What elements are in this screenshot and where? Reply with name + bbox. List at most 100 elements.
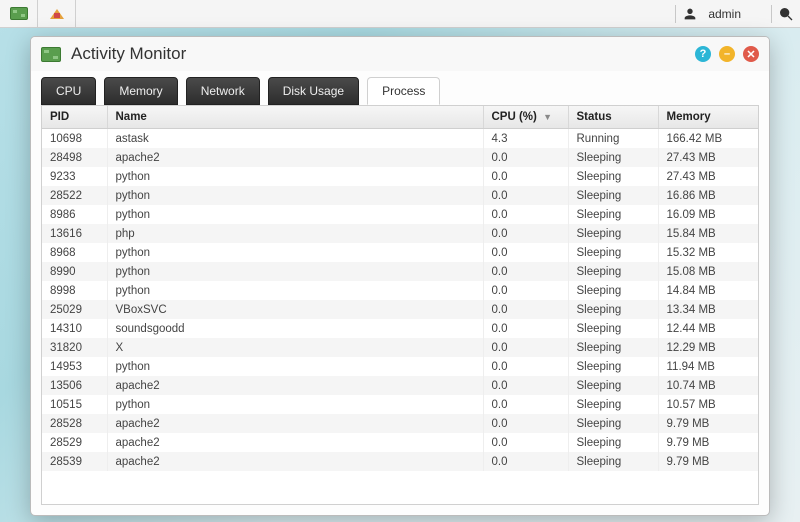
cell-cpu: 0.0 (483, 357, 568, 376)
cell-name: apache2 (107, 376, 483, 395)
cell-pid: 8968 (42, 243, 107, 262)
cell-name: php (107, 224, 483, 243)
table-row[interactable]: 10515python0.0Sleeping10.57 MB (42, 395, 758, 414)
cell-pid: 13506 (42, 376, 107, 395)
cell-memory: 10.74 MB (658, 376, 758, 395)
cell-name: apache2 (107, 433, 483, 452)
cell-pid: 28522 (42, 186, 107, 205)
cell-cpu: 0.0 (483, 148, 568, 167)
help-button[interactable]: ? (695, 46, 711, 62)
cell-status: Sleeping (568, 319, 658, 338)
cell-status: Sleeping (568, 205, 658, 224)
taskbar-app-activity-monitor[interactable] (0, 0, 38, 27)
sort-descending-icon: ▼ (543, 112, 552, 122)
table-row[interactable]: 13506apache20.0Sleeping10.74 MB (42, 376, 758, 395)
window-titlebar[interactable]: Activity Monitor ? – ✕ (31, 37, 769, 71)
table-row[interactable]: 28529apache20.0Sleeping9.79 MB (42, 433, 758, 452)
cell-pid: 8998 (42, 281, 107, 300)
cell-status: Sleeping (568, 243, 658, 262)
column-header-name[interactable]: Name (107, 106, 483, 129)
app-launcher-icon (50, 9, 64, 19)
process-table-scroll[interactable]: PID Name CPU (%) ▼ Status Memory 10698as… (42, 106, 758, 504)
cell-cpu: 0.0 (483, 319, 568, 338)
user-name-label[interactable]: admin (708, 7, 741, 21)
cell-memory: 9.79 MB (658, 414, 758, 433)
table-row[interactable]: 31820X0.0Sleeping12.29 MB (42, 338, 758, 357)
cell-cpu: 0.0 (483, 414, 568, 433)
cell-name: soundsgoodd (107, 319, 483, 338)
table-row[interactable]: 28539apache20.0Sleeping9.79 MB (42, 452, 758, 471)
cell-memory: 27.43 MB (658, 167, 758, 186)
cell-cpu: 0.0 (483, 376, 568, 395)
cell-cpu: 0.0 (483, 224, 568, 243)
table-row[interactable]: 8986python0.0Sleeping16.09 MB (42, 205, 758, 224)
window-title: Activity Monitor (71, 44, 186, 64)
cell-memory: 9.79 MB (658, 452, 758, 471)
taskbar-app-other[interactable] (38, 0, 76, 27)
cell-cpu: 0.0 (483, 262, 568, 281)
table-row[interactable]: 28522python0.0Sleeping16.86 MB (42, 186, 758, 205)
cell-cpu: 0.0 (483, 433, 568, 452)
process-table: PID Name CPU (%) ▼ Status Memory 10698as… (42, 106, 758, 471)
cell-name: X (107, 338, 483, 357)
activity-monitor-window: Activity Monitor ? – ✕ CPU Memory Network D… (30, 36, 770, 516)
tab-disk-usage[interactable]: Disk Usage (268, 77, 359, 105)
cell-pid: 14310 (42, 319, 107, 338)
cell-memory: 11.94 MB (658, 357, 758, 376)
column-header-status[interactable]: Status (568, 106, 658, 129)
cell-pid: 25029 (42, 300, 107, 319)
search-icon[interactable] (778, 6, 800, 22)
table-row[interactable]: 8990python0.0Sleeping15.08 MB (42, 262, 758, 281)
close-button[interactable]: ✕ (743, 46, 759, 62)
cell-name: VBoxSVC (107, 300, 483, 319)
cell-name: python (107, 262, 483, 281)
cell-memory: 10.57 MB (658, 395, 758, 414)
cell-name: astask (107, 129, 483, 149)
tab-network[interactable]: Network (186, 77, 260, 105)
cell-status: Sleeping (568, 433, 658, 452)
table-row[interactable]: 25029VBoxSVC0.0Sleeping13.34 MB (42, 300, 758, 319)
user-icon[interactable] (682, 6, 698, 22)
cell-cpu: 0.0 (483, 243, 568, 262)
table-row[interactable]: 13616php0.0Sleeping15.84 MB (42, 224, 758, 243)
table-row[interactable]: 10698astask4.3Running166.42 MB (42, 129, 758, 149)
cell-pid: 28539 (42, 452, 107, 471)
os-topbar: admin (0, 0, 800, 28)
tab-cpu[interactable]: CPU (41, 77, 96, 105)
cell-name: apache2 (107, 414, 483, 433)
cell-name: python (107, 186, 483, 205)
activity-monitor-icon (10, 7, 28, 20)
cell-cpu: 0.0 (483, 300, 568, 319)
column-header-memory[interactable]: Memory (658, 106, 758, 129)
cell-name: python (107, 243, 483, 262)
cell-pid: 14953 (42, 357, 107, 376)
column-header-pid[interactable]: PID (42, 106, 107, 129)
cell-pid: 28528 (42, 414, 107, 433)
cell-memory: 16.09 MB (658, 205, 758, 224)
column-header-cpu[interactable]: CPU (%) ▼ (483, 106, 568, 129)
activity-monitor-icon (41, 47, 61, 62)
table-row[interactable]: 8998python0.0Sleeping14.84 MB (42, 281, 758, 300)
cell-status: Sleeping (568, 338, 658, 357)
table-row[interactable]: 14953python0.0Sleeping11.94 MB (42, 357, 758, 376)
table-row[interactable]: 28498apache20.0Sleeping27.43 MB (42, 148, 758, 167)
table-row[interactable]: 9233python0.0Sleeping27.43 MB (42, 167, 758, 186)
cell-memory: 15.32 MB (658, 243, 758, 262)
cell-status: Sleeping (568, 376, 658, 395)
cell-memory: 14.84 MB (658, 281, 758, 300)
minimize-button[interactable]: – (719, 46, 735, 62)
cell-cpu: 0.0 (483, 281, 568, 300)
cell-cpu: 0.0 (483, 205, 568, 224)
table-row[interactable]: 14310soundsgoodd0.0Sleeping12.44 MB (42, 319, 758, 338)
tab-memory[interactable]: Memory (104, 77, 177, 105)
cell-status: Sleeping (568, 414, 658, 433)
cell-cpu: 0.0 (483, 338, 568, 357)
table-row[interactable]: 8968python0.0Sleeping15.32 MB (42, 243, 758, 262)
tab-process[interactable]: Process (367, 77, 440, 105)
cell-status: Sleeping (568, 224, 658, 243)
cell-status: Sleeping (568, 281, 658, 300)
table-row[interactable]: 28528apache20.0Sleeping9.79 MB (42, 414, 758, 433)
cell-memory: 13.34 MB (658, 300, 758, 319)
cell-pid: 13616 (42, 224, 107, 243)
cell-status: Running (568, 129, 658, 149)
